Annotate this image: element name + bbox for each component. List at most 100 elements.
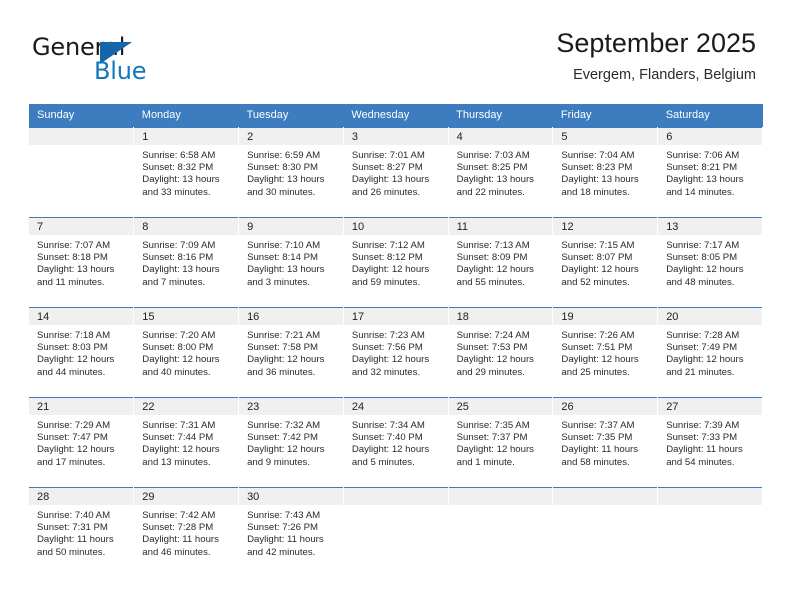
day-number <box>658 488 762 505</box>
calendar-day-cell[interactable]: 7 Sunrise: 7:07 AM Sunset: 8:18 PM Daylight… <box>29 217 135 308</box>
general-blue-logo[interactable]: General Blue <box>32 33 212 85</box>
calendar-day-cell[interactable]: 5 Sunrise: 7:04 AM Sunset: 8:23 PM Daylight… <box>552 127 659 218</box>
calendar-day-cell[interactable]: 11 Sunrise: 7:13 AM Sunset: 8:09 PM Dayligh… <box>448 217 554 308</box>
day-daylight-line-text: and 40 minutes. <box>142 366 211 378</box>
day-sunrise-text: Sunrise: 7:37 AM <box>561 420 635 431</box>
day-sunrise-text: Sunrise: 6:59 AM <box>247 150 321 161</box>
day-daylight-line-text: Daylight: 12 hours <box>666 264 744 276</box>
day-sunset-text: Sunset: 8:00 PM <box>142 342 214 354</box>
calendar-day-cell[interactable]: 16 Sunrise: 7:21 AM Sunset: 7:58 PM Dayligh… <box>238 307 344 398</box>
calendar-page: General Blue September 2025 Evergem, Fla… <box>0 0 792 612</box>
calendar-day-cell[interactable]: 20 Sunrise: 7:28 AM Sunset: 7:49 PM Dayligh… <box>657 307 763 398</box>
day-sunrise-text: Sunrise: 7:35 AM <box>456 420 530 431</box>
day-daylight-line-text: Daylight: 12 hours <box>142 354 220 366</box>
calendar-day-cell[interactable]: 4 Sunrise: 7:03 AM Sunset: 8:25 PM Daylight… <box>448 127 554 218</box>
calendar-day-cell[interactable]: 9 Sunrise: 7:10 AM Sunset: 8:14 PM Daylight… <box>238 217 344 308</box>
title-block: September 2025 Evergem, Flanders, Belgiu… <box>556 26 756 84</box>
day-sunset-text: Sunset: 8:07 PM <box>561 252 633 264</box>
day-number: 9 <box>239 218 343 235</box>
day-number: 12 <box>553 218 658 235</box>
calendar-day-cell[interactable]: 13 Sunrise: 7:17 AM Sunset: 8:05 PM Dayligh… <box>657 217 763 308</box>
day-number <box>29 128 134 145</box>
calendar-day-cell[interactable]: 28 Sunrise: 7:40 AM Sunset: 7:31 PM Dayligh… <box>29 487 135 578</box>
calendar-day-cell[interactable]: 12 Sunrise: 7:15 AM Sunset: 8:07 PM Dayligh… <box>552 217 659 308</box>
day-daylight-line-text: Daylight: 12 hours <box>37 444 115 456</box>
day-sunset-text: Sunset: 7:47 PM <box>37 432 108 444</box>
weekday-header-friday: Friday <box>552 104 658 128</box>
day-details: Sunrise: 7:07 AM Sunset: 8:18 PM Daylight:… <box>29 235 133 289</box>
calendar-day-cell[interactable]: 18 Sunrise: 7:24 AM Sunset: 7:53 PM Dayligh… <box>448 307 554 398</box>
day-number: 22 <box>134 398 239 415</box>
calendar-day-cell[interactable]: 10 Sunrise: 7:12 AM Sunset: 8:12 PM Dayligh… <box>343 217 449 308</box>
day-number: 17 <box>343 308 448 325</box>
day-sunset-text: Sunset: 7:33 PM <box>666 432 738 444</box>
day-number: 30 <box>239 488 343 505</box>
page-title: September 2025 <box>556 28 756 58</box>
calendar-day-cell[interactable]: 22 Sunrise: 7:31 AM Sunset: 7:44 PM Dayligh… <box>133 397 240 488</box>
day-details: Sunrise: 7:28 AM Sunset: 7:49 PM Daylight:… <box>658 325 762 379</box>
calendar-day-cell[interactable]: 27 Sunrise: 7:39 AM Sunset: 7:33 PM Dayligh… <box>657 397 763 488</box>
day-daylight-line-text: and 17 minutes. <box>37 456 106 468</box>
day-daylight-line-text: and 58 minutes. <box>561 456 630 468</box>
day-number: 29 <box>134 488 239 505</box>
day-details: Sunrise: 7:26 AM Sunset: 7:51 PM Daylight:… <box>553 325 657 379</box>
calendar-day-cell[interactable]: 3 Sunrise: 7:01 AM Sunset: 8:27 PM Daylight… <box>343 127 449 218</box>
day-daylight-line-text: and 29 minutes. <box>456 366 525 378</box>
calendar-week-row: 14 Sunrise: 7:18 AM Sunset: 8:03 PM Dayligh… <box>29 307 763 398</box>
day-number: 11 <box>448 218 553 235</box>
day-sunset-text: Sunset: 8:25 PM <box>456 162 528 174</box>
calendar-day-cell[interactable]: 19 Sunrise: 7:26 AM Sunset: 7:51 PM Dayligh… <box>552 307 659 398</box>
calendar-week-row: 1 Sunrise: 6:58 AM Sunset: 8:32 PM Daylight… <box>29 127 763 218</box>
day-details: Sunrise: 7:06 AM Sunset: 8:21 PM Daylight:… <box>658 145 762 199</box>
calendar-day-cell[interactable]: 29 Sunrise: 7:42 AM Sunset: 7:28 PM Dayligh… <box>133 487 240 578</box>
calendar-day-cell[interactable]: 17 Sunrise: 7:23 AM Sunset: 7:56 PM Dayligh… <box>343 307 449 398</box>
calendar-day-cell[interactable]: 23 Sunrise: 7:32 AM Sunset: 7:42 PM Dayligh… <box>238 397 344 488</box>
calendar-day-cell[interactable]: 6 Sunrise: 7:06 AM Sunset: 8:21 PM Daylight… <box>657 127 763 218</box>
day-sunrise-text: Sunrise: 6:58 AM <box>142 150 216 161</box>
day-daylight-line-text: and 5 minutes. <box>351 456 415 468</box>
day-sunrise-text: Sunrise: 7:18 AM <box>37 330 111 341</box>
calendar-day-cell[interactable]: 8 Sunrise: 7:09 AM Sunset: 8:16 PM Daylight… <box>133 217 240 308</box>
day-daylight-line-text: Daylight: 11 hours <box>37 534 114 546</box>
day-daylight-line-text: Daylight: 12 hours <box>456 264 534 276</box>
day-daylight-line-text: Daylight: 12 hours <box>247 444 325 456</box>
day-daylight-line-text: and 52 minutes. <box>561 276 630 288</box>
day-daylight-line-text: and 30 minutes. <box>247 186 316 198</box>
day-details: Sunrise: 7:18 AM Sunset: 8:03 PM Daylight:… <box>29 325 133 379</box>
day-daylight-line-text: and 1 minute. <box>456 456 515 468</box>
weekday-header-sunday: Sunday <box>29 104 134 128</box>
day-daylight-line-text: and 7 minutes. <box>142 276 206 288</box>
calendar-day-cell[interactable]: 2 Sunrise: 6:59 AM Sunset: 8:30 PM Daylight… <box>238 127 344 218</box>
weekday-header-monday: Monday <box>133 104 239 128</box>
day-daylight-line-text: Daylight: 12 hours <box>456 354 534 366</box>
day-number: 28 <box>29 488 134 505</box>
calendar-day-cell[interactable]: 30 Sunrise: 7:43 AM Sunset: 7:26 PM Dayligh… <box>238 487 344 578</box>
calendar-day-cell[interactable]: 14 Sunrise: 7:18 AM Sunset: 8:03 PM Dayligh… <box>29 307 135 398</box>
calendar-day-cell[interactable]: 21 Sunrise: 7:29 AM Sunset: 7:47 PM Dayligh… <box>29 397 135 488</box>
calendar-day-cell[interactable]: 24 Sunrise: 7:34 AM Sunset: 7:40 PM Dayligh… <box>343 397 449 488</box>
day-daylight-line-text: Daylight: 12 hours <box>561 354 639 366</box>
calendar-week-row: 21 Sunrise: 7:29 AM Sunset: 7:47 PM Dayligh… <box>29 397 763 488</box>
day-sunset-text: Sunset: 7:42 PM <box>247 432 318 444</box>
calendar-day-cell[interactable]: 25 Sunrise: 7:35 AM Sunset: 7:37 PM Dayligh… <box>448 397 554 488</box>
calendar-day-cell[interactable]: 1 Sunrise: 6:58 AM Sunset: 8:32 PM Daylight… <box>133 127 240 218</box>
day-daylight-line-text: Daylight: 13 hours <box>456 174 534 186</box>
calendar-day-cell[interactable]: 15 Sunrise: 7:20 AM Sunset: 8:00 PM Dayligh… <box>133 307 240 398</box>
day-daylight-line-text: and 26 minutes. <box>351 186 421 198</box>
logo-text-blue: Blue <box>94 57 147 85</box>
day-sunset-text: Sunset: 7:28 PM <box>142 522 214 534</box>
day-sunset-text: Sunset: 8:32 PM <box>142 162 214 174</box>
day-sunset-text: Sunset: 8:18 PM <box>37 252 108 264</box>
day-sunset-text: Sunset: 8:27 PM <box>351 162 423 174</box>
calendar-empty-cell <box>343 487 449 578</box>
weekday-header-tuesday: Tuesday <box>238 104 344 128</box>
day-daylight-line-text: Daylight: 12 hours <box>37 354 115 366</box>
day-sunset-text: Sunset: 7:49 PM <box>666 342 738 354</box>
day-number: 20 <box>658 308 762 325</box>
day-daylight-line-text: and 25 minutes. <box>561 366 630 378</box>
weekday-header-saturday: Saturday <box>657 104 763 128</box>
day-sunset-text: Sunset: 8:16 PM <box>142 252 214 264</box>
day-details: Sunrise: 7:01 AM Sunset: 8:27 PM Daylight:… <box>344 145 448 199</box>
calendar-day-cell[interactable]: 26 Sunrise: 7:37 AM Sunset: 7:35 PM Dayligh… <box>552 397 659 488</box>
day-details: Sunrise: 7:32 AM Sunset: 7:42 PM Daylight:… <box>239 415 343 469</box>
